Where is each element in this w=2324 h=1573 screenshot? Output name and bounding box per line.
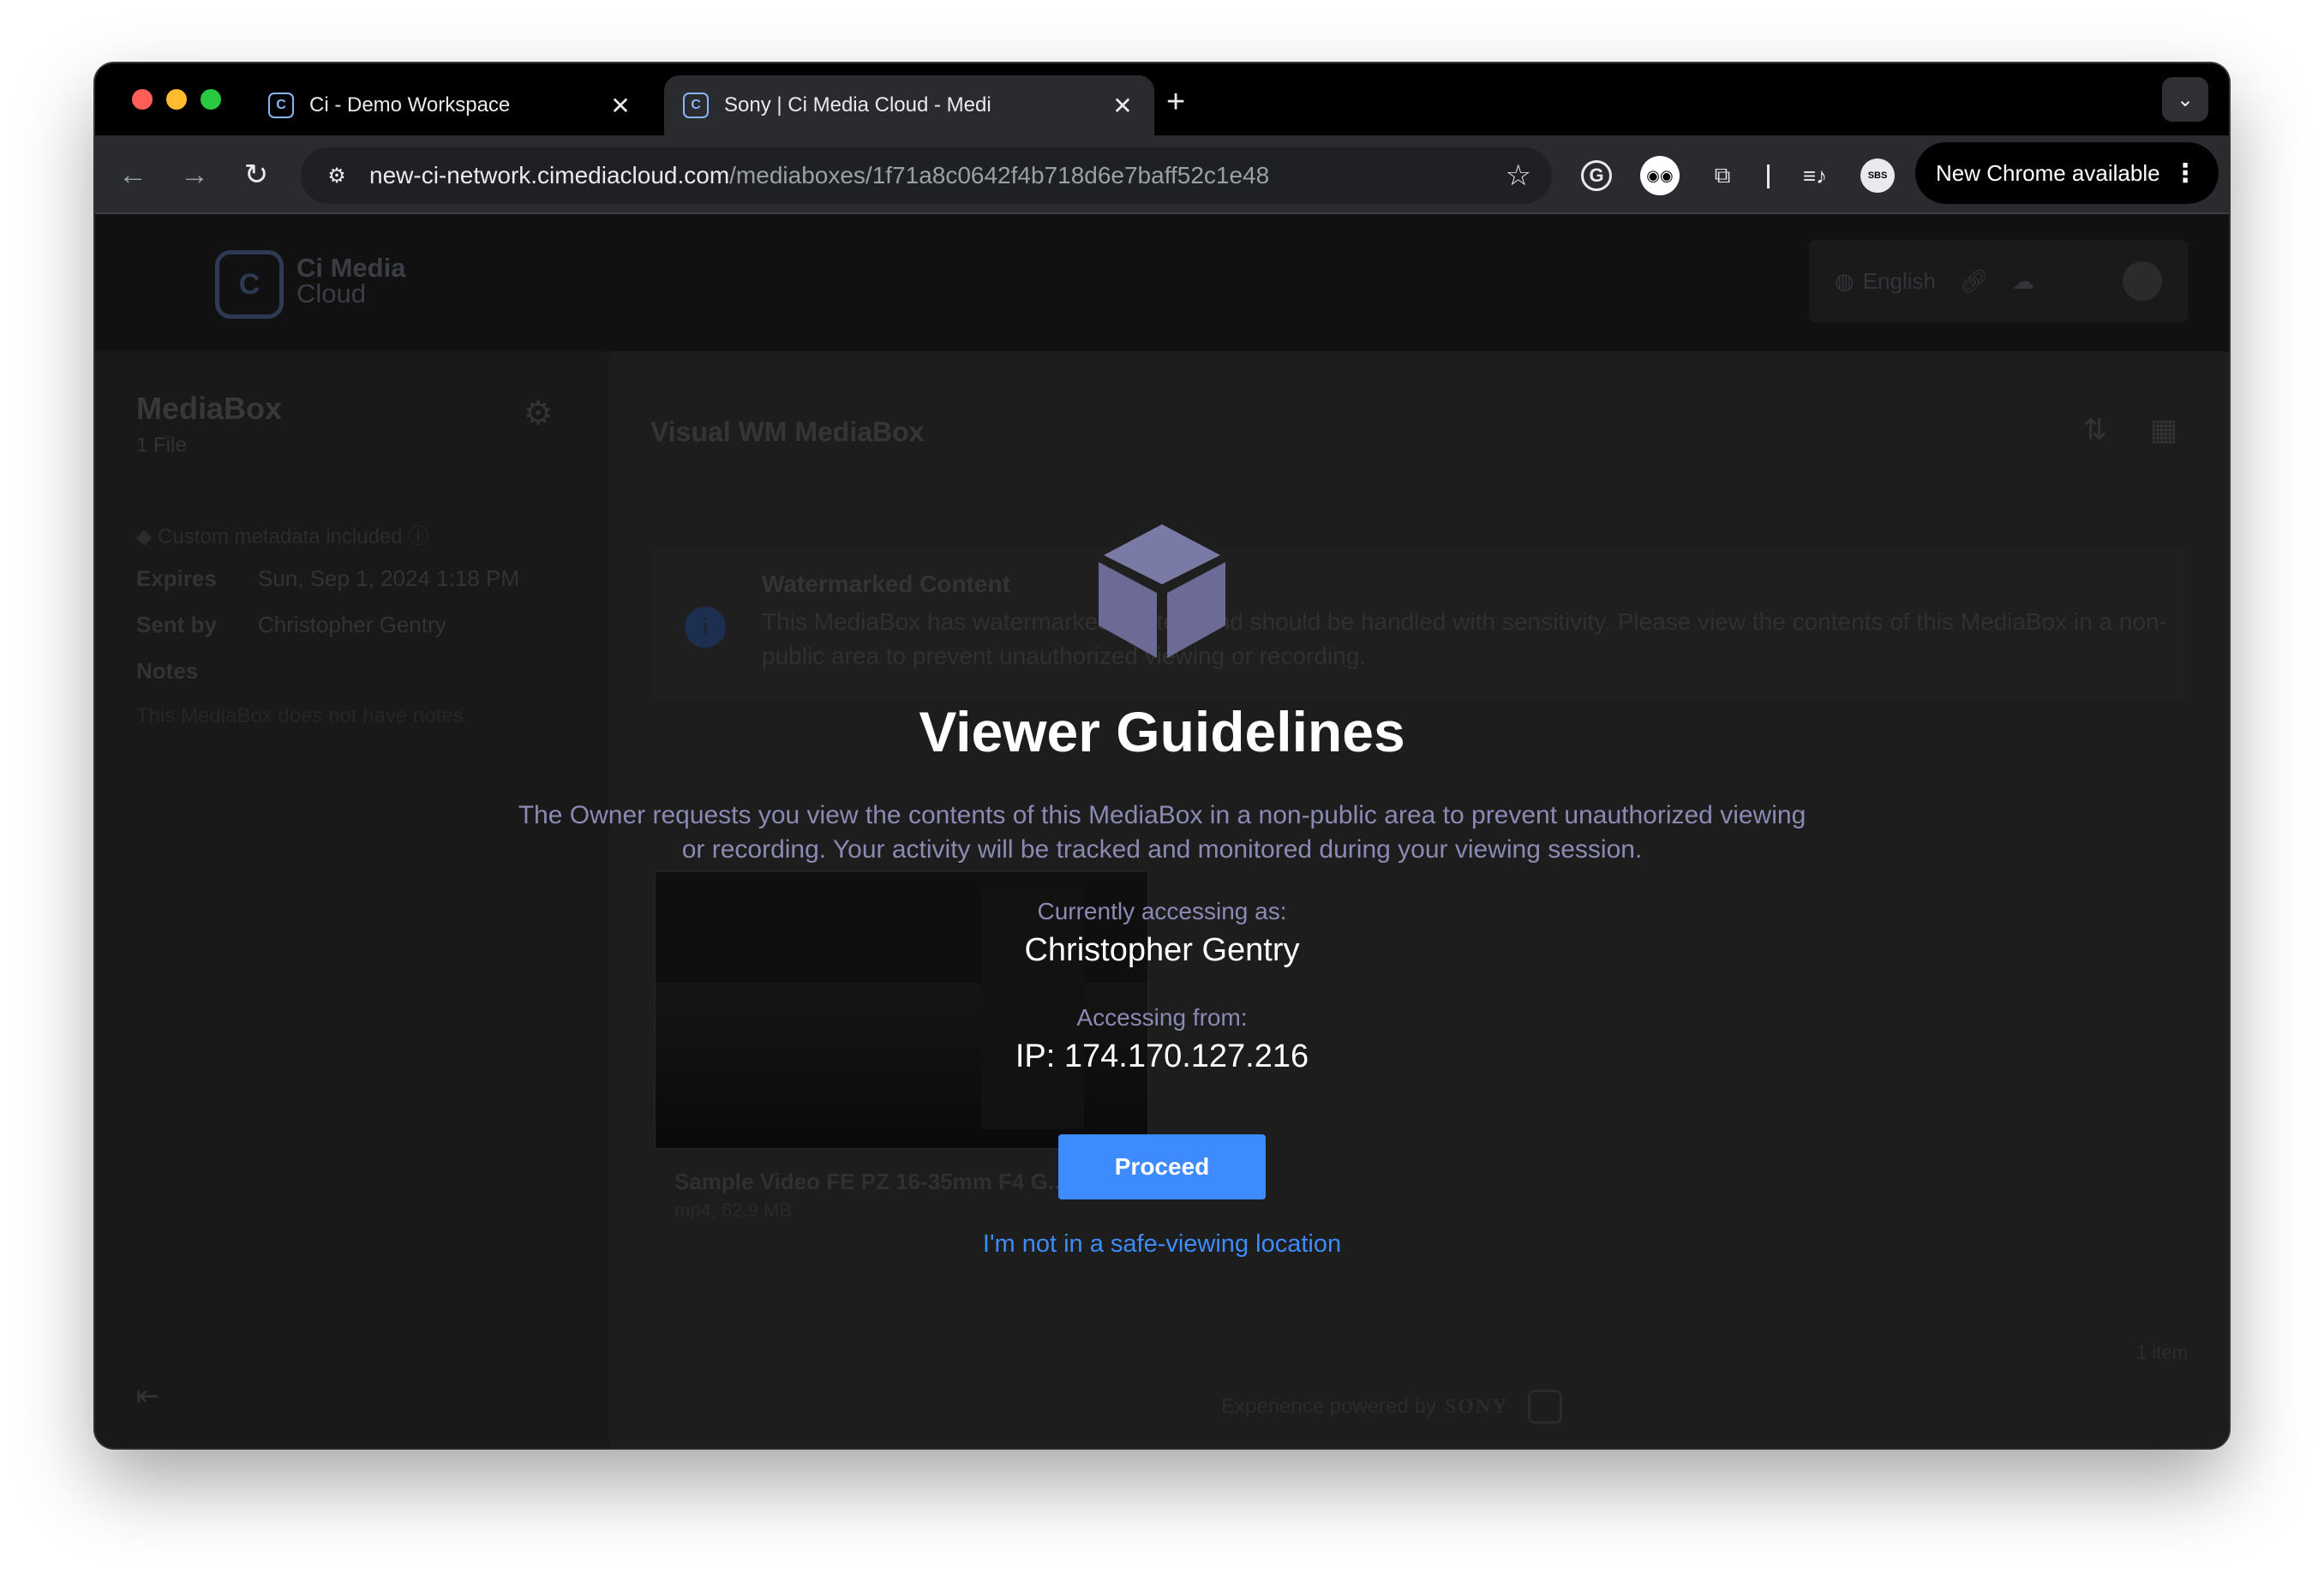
url-host: new-ci-network.cimediacloud.com xyxy=(369,162,730,188)
toolbar-divider xyxy=(1767,164,1770,188)
more-menu-icon[interactable]: ⋮ xyxy=(2172,158,2198,188)
new-tab-plus-icon[interactable]: + xyxy=(1166,86,1185,118)
media-control-icon[interactable]: ≡♪ xyxy=(1795,156,1835,195)
url-text[interactable]: new-ci-network.cimediacloud.com/mediabox… xyxy=(369,162,1269,189)
forward-arrow-icon[interactable]: → xyxy=(174,154,215,195)
tab-close-icon[interactable]: ✕ xyxy=(608,92,633,120)
browser-window: C Ci - Demo Workspace ✕ C Sony | Ci Medi… xyxy=(95,63,2229,1448)
tab-sony-ci-media-cloud[interactable]: C Sony | Ci Media Cloud - Medi ✕ xyxy=(664,75,1154,135)
back-arrow-icon[interactable]: ← xyxy=(112,154,153,195)
chrome-update-button[interactable]: New Chrome available ⋮ xyxy=(1915,142,2219,204)
url-path: /mediaboxes/1f71a8c0642f4b718d6e7baff52c… xyxy=(729,162,1270,188)
proceed-button[interactable]: Proceed xyxy=(1058,1134,1266,1199)
tab-title: Sony | Ci Media Cloud - Medi xyxy=(724,93,991,117)
extensions-puzzle-icon[interactable]: ⧉ xyxy=(1703,156,1742,195)
accessing-as-value: Christopher Gentry xyxy=(1024,932,1300,968)
tab-search-chevron-icon[interactable]: ⌄ xyxy=(2162,77,2208,122)
site-settings-icon[interactable]: ⚙ xyxy=(321,160,352,191)
tab-bar: C Ci - Demo Workspace ✕ C Sony | Ci Medi… xyxy=(95,63,2229,135)
accessing-as-label: Currently accessing as: xyxy=(1037,898,1287,924)
ci-favicon-icon: C xyxy=(683,93,709,118)
cube-box-icon xyxy=(1099,524,1225,658)
accessing-from-label: Accessing from: xyxy=(1076,1004,1248,1031)
tab-close-icon[interactable]: ✕ xyxy=(1110,92,1135,120)
sbs-extension-icon[interactable]: SBS xyxy=(1860,158,1895,193)
bookmark-star-icon[interactable]: ☆ xyxy=(1506,158,1531,193)
tab-demo-workspace[interactable]: C Ci - Demo Workspace ✕ xyxy=(249,75,652,135)
ci-favicon-icon: C xyxy=(268,93,294,118)
modal-title: Viewer Guidelines xyxy=(919,700,1405,763)
viewer-guidelines-modal: Viewer Guidelines The Owner requests you… xyxy=(95,214,2229,1448)
address-bar[interactable]: ⚙ new-ci-network.cimediacloud.com/mediab… xyxy=(301,147,1552,204)
browser-toolbar: ← → ↻ ⚙ new-ci-network.cimediacloud.com/… xyxy=(95,135,2229,214)
tab-title: Ci - Demo Workspace xyxy=(309,93,511,117)
chrome-update-label: New Chrome available xyxy=(1936,159,2160,186)
modal-description: The Owner requests you view the contents… xyxy=(518,801,1806,864)
unsafe-location-link[interactable]: I'm not in a safe-viewing location xyxy=(95,1230,2229,1259)
reload-icon[interactable]: ↻ xyxy=(236,154,277,195)
incognito-extension-icon[interactable]: ◉◉ xyxy=(1640,156,1680,195)
close-window-button[interactable] xyxy=(132,89,153,110)
minimize-window-button[interactable] xyxy=(166,89,187,110)
maximize-window-button[interactable] xyxy=(201,89,221,110)
accessing-from-value: IP: 174.170.127.216 xyxy=(1015,1038,1309,1074)
grammar-extension-icon[interactable]: G xyxy=(1581,160,1612,191)
